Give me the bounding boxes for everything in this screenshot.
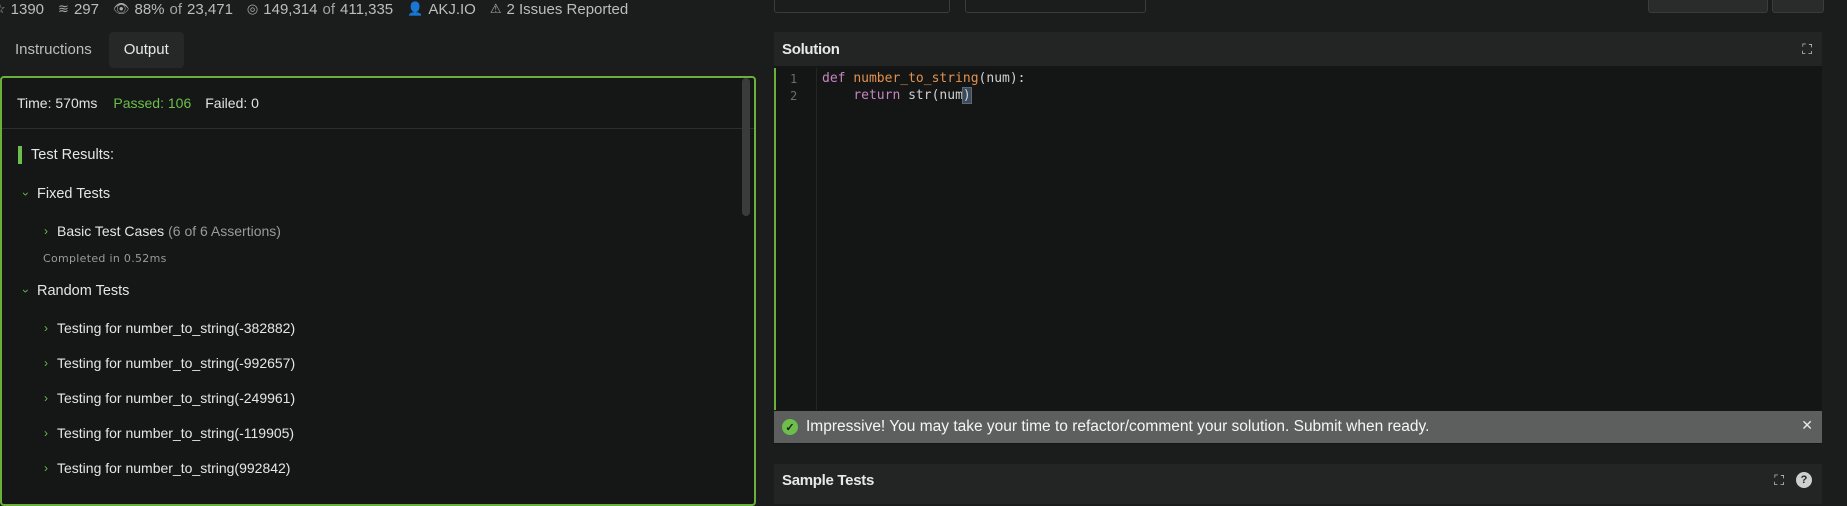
target-icon: ◎: [246, 1, 259, 16]
random-test-label: Testing for number_to_string(-249961): [57, 390, 296, 406]
random-test-item[interactable]: › Testing for number_to_string(-119905): [18, 424, 754, 442]
random-test-item[interactable]: › Testing for number_to_string(-992657): [18, 354, 754, 372]
success-message: Impressive! You may take your time to re…: [806, 418, 1430, 435]
sample-tests-title: Sample Tests: [782, 471, 874, 489]
layers-icon: ≋: [58, 1, 69, 16]
secondary-button-stub[interactable]: [1772, 0, 1824, 13]
test-results: Test Results: › Fixed Tests › Basic Test…: [2, 145, 754, 477]
sample-tests-panel: Sample Tests ⛶ ?: [774, 464, 1822, 504]
random-test-item[interactable]: › Testing for number_to_string(992842): [18, 459, 754, 477]
chevron-right-icon: ›: [44, 426, 48, 440]
time-label: Time: 570ms: [17, 95, 98, 111]
function-name: number_to_string: [853, 71, 979, 86]
eye-icon: 👁: [112, 1, 130, 16]
random-test-label: Testing for number_to_string(-119905): [57, 425, 295, 441]
chevron-right-icon: ›: [44, 461, 48, 475]
kata-stats-bar: ☆ 1390 ≋ 297 👁 88% of 23,471 ◎ 149,314 o…: [0, 0, 628, 18]
close-icon[interactable]: ✕: [1801, 417, 1813, 434]
keyword-return: return: [853, 88, 901, 103]
chevron-down-icon: ›: [19, 192, 33, 196]
cursor-bracket: ): [961, 87, 972, 104]
author-name: AKJ.IO: [428, 0, 476, 18]
action-button-stub[interactable]: [1648, 0, 1768, 13]
expand-icon[interactable]: ⛶: [1774, 472, 1784, 489]
completions-stat[interactable]: ◎ 149,314 of 411,335: [247, 1, 393, 18]
left-panel-tabs: Instructions Output: [0, 32, 184, 68]
satisfaction-of: of: [169, 0, 183, 18]
issues-stat[interactable]: ⚠ 2 Issues Reported: [490, 1, 628, 18]
sample-tests-actions: ⛶ ?: [1774, 472, 1812, 489]
function-params: (num):: [978, 71, 1026, 86]
chevron-right-icon: ›: [44, 321, 48, 335]
completed-total: 411,335: [340, 0, 394, 18]
random-test-label: Testing for number_to_string(992842): [57, 460, 291, 476]
line-number-gutter: 1 2: [776, 68, 817, 410]
basic-test-cases-label: Basic Test Cases: [57, 223, 165, 239]
fixed-tests-group[interactable]: › Fixed Tests: [18, 185, 754, 203]
success-banner: ✓ Impressive! You may take your time to …: [774, 411, 1822, 443]
chevron-right-icon: ›: [44, 391, 48, 405]
random-test-item[interactable]: › Testing for number_to_string(-382882): [18, 319, 754, 337]
random-tests-group[interactable]: › Random Tests: [18, 282, 754, 300]
star-icon: ☆: [0, 1, 6, 17]
code-editor[interactable]: 1 2 def number_to_string(num): return st…: [774, 68, 1822, 410]
random-test-item[interactable]: › Testing for number_to_string(-249961): [18, 389, 754, 407]
user-icon: 👤: [407, 1, 424, 16]
satisfaction-rate: 88%: [134, 0, 165, 18]
solution-panel: Solution ⛶ 1 2 def number_to_string(num)…: [774, 32, 1822, 444]
tab-instructions[interactable]: Instructions: [0, 32, 107, 68]
completed-time: Completed in 0.52ms: [43, 252, 167, 265]
author-stat[interactable]: 👤 AKJ.IO: [407, 1, 476, 18]
check-circle-icon: ✓: [782, 419, 798, 435]
output-summary: Time: 570ms Passed: 106 Failed: 0: [2, 78, 754, 129]
random-test-label: Testing for number_to_string(-992657): [57, 355, 296, 371]
output-scrollbar[interactable]: [742, 78, 750, 216]
chevron-right-icon: ›: [44, 224, 48, 238]
solution-header: Solution ⛶: [774, 32, 1822, 66]
basic-assertions-count: (6 of 6 Assertions): [168, 223, 281, 239]
solution-title: Solution: [782, 40, 840, 58]
fixed-tests-label: Fixed Tests: [37, 186, 111, 202]
test-results-title: Test Results:: [18, 145, 754, 165]
line-number: 1: [790, 72, 798, 86]
completed-count: 149,314: [263, 0, 318, 18]
keyword-def: def: [822, 71, 846, 86]
failed-label: Failed: 0: [205, 95, 259, 111]
tab-output[interactable]: Output: [108, 32, 184, 68]
language-select-stub[interactable]: [774, 0, 950, 13]
completed-of: of: [322, 0, 336, 18]
warning-icon: ⚠: [489, 1, 502, 16]
collections-count: 297: [73, 0, 99, 18]
chevron-right-icon: ›: [44, 356, 48, 370]
basic-test-cases[interactable]: › Basic Test Cases (6 of 6 Assertions): [18, 222, 754, 240]
results-title-text: Test Results:: [31, 147, 114, 163]
stars-stat[interactable]: ☆ 1390: [0, 1, 44, 18]
version-select-stub[interactable]: [965, 0, 1146, 13]
random-test-label: Testing for number_to_string(-382882): [57, 320, 296, 336]
passed-label: Passed: 106: [113, 95, 192, 111]
output-panel: Time: 570ms Passed: 106 Failed: 0 Test R…: [0, 76, 756, 506]
help-icon[interactable]: ?: [1796, 472, 1812, 488]
expand-icon[interactable]: ⛶: [1802, 41, 1812, 58]
issues-text: 2 Issues Reported: [506, 0, 629, 18]
stars-count: 1390: [10, 0, 45, 18]
code-line-1[interactable]: def number_to_string(num):: [822, 71, 1026, 86]
random-tests-label: Random Tests: [37, 283, 130, 299]
return-expression: str(num: [900, 88, 963, 103]
collections-stat[interactable]: ≋ 297: [58, 1, 99, 18]
satisfaction-stat[interactable]: 👁 88% of 23,471: [113, 1, 233, 18]
code-line-2[interactable]: return str(num): [822, 87, 972, 104]
results-accent-bar: [18, 146, 22, 164]
chevron-down-icon: ›: [19, 289, 33, 293]
satisfaction-total: 23,471: [187, 0, 233, 18]
line-number: 2: [790, 89, 798, 103]
